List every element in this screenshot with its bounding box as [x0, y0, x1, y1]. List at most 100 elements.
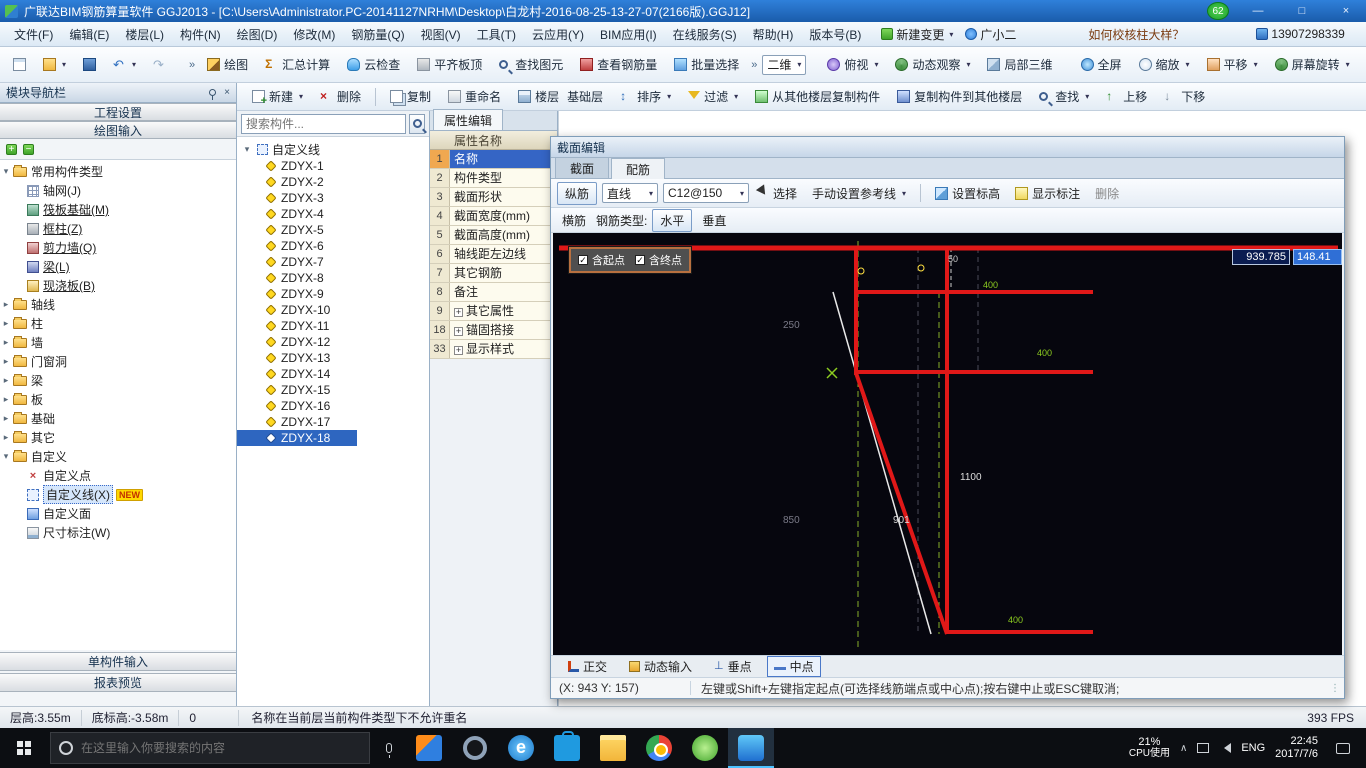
transverse-rebar-button[interactable]: 横筋 [557, 210, 591, 231]
tree-item-frame-column[interactable]: 框柱(Z) [0, 219, 236, 238]
tab-section[interactable]: 截面 [555, 157, 610, 178]
maximize-button[interactable]: □ [1287, 5, 1317, 17]
caret-collapsed-icon[interactable]: ▸ [0, 432, 12, 443]
floor-selector[interactable]: 楼层 基础层 [511, 84, 610, 109]
property-row[interactable]: 2 构件类型 [430, 169, 557, 188]
menu-edit[interactable]: 编辑(E) [61, 23, 117, 46]
draw-button[interactable]: 绘图 [200, 52, 255, 77]
tree-item-custom-face[interactable]: 自定义面 [0, 504, 236, 523]
align-slab-top-button[interactable]: 平齐板顶 [410, 52, 489, 77]
partial-3d-button[interactable]: 局部三维 [980, 52, 1059, 77]
new-component-button[interactable]: 新建 ▾ [245, 84, 310, 109]
component-item-selected[interactable]: ZDYX-18 [237, 430, 357, 446]
tree-item-raft-foundation[interactable]: 筏板基础(M) [0, 200, 236, 219]
caret-collapsed-icon[interactable]: ▸ [0, 299, 12, 310]
move-up-button[interactable]: ↑ 上移 [1099, 84, 1154, 109]
dynamic-input-toggle[interactable]: 动态输入 [622, 656, 699, 677]
menu-component[interactable]: 构件(N) [172, 23, 229, 46]
dynamic-input-x[interactable]: 939.785 [1232, 249, 1290, 265]
tab-rebar[interactable]: 配筋 [611, 158, 666, 179]
show-annotation-button[interactable]: 显示标注 [1010, 183, 1085, 204]
menu-online[interactable]: 在线服务(S) [665, 23, 745, 46]
view-rebar-button[interactable]: 查看钢筋量 [573, 52, 664, 77]
manual-reference-button[interactable]: 手动设置参考线 ▾ [807, 183, 911, 204]
tree-folder-foundation[interactable]: ▸ 基础 [0, 409, 236, 428]
top-view-button[interactable]: 俯视 ▾ [820, 52, 885, 77]
tray-expand-icon[interactable]: ∧ [1180, 743, 1187, 754]
component-item[interactable]: ZDYX-14 [237, 366, 429, 382]
longitudinal-rebar-toggle[interactable]: 纵筋 [557, 181, 598, 205]
expand-plus-icon[interactable]: + [454, 327, 463, 336]
tree-item-dimension[interactable]: 尺寸标注(W) [0, 523, 236, 542]
cpu-monitor-widget[interactable]: 21% CPU使用 [1129, 737, 1170, 760]
report-preview-button[interactable]: 报表预览 [0, 673, 236, 692]
component-item[interactable]: ZDYX-6 [237, 238, 429, 254]
tree-item-custom-line[interactable]: 自定义线(X) NEW [0, 485, 236, 504]
nav-close-icon[interactable]: × [224, 87, 230, 98]
new-file-button[interactable] [6, 54, 33, 75]
single-component-button[interactable]: 单构件输入 [0, 652, 236, 671]
tree-folder-column[interactable]: ▸ 柱 [0, 314, 236, 333]
component-item[interactable]: ZDYX-1 [237, 158, 429, 174]
tree-item-custom-point[interactable]: × 自定义点 [0, 466, 236, 485]
taskbar-app-chrome[interactable] [636, 728, 682, 768]
network-icon[interactable] [1197, 743, 1210, 753]
overflow-chevron-icon[interactable]: » [749, 59, 759, 71]
delete-rebar-button[interactable]: 删除 [1090, 183, 1124, 204]
caret-expanded-icon[interactable]: ▾ [0, 166, 12, 177]
property-group-row[interactable]: 9 + 其它属性 [430, 302, 557, 321]
taskbar-search[interactable] [50, 732, 370, 764]
set-elevation-button[interactable]: 设置标高 [930, 183, 1005, 204]
copy-from-other-floor-button[interactable]: 从其他楼层复制构件 [748, 84, 887, 109]
menu-bim[interactable]: BIM应用(I) [592, 23, 665, 46]
undo-button[interactable]: ↶ ▾ [106, 54, 143, 75]
tree-folder-custom[interactable]: ▾ 自定义 [0, 447, 236, 466]
taskbar-app-explorer[interactable] [590, 728, 636, 768]
tree-folder-slab[interactable]: ▸ 板 [0, 390, 236, 409]
caret-expanded-icon[interactable]: ▾ [241, 144, 253, 155]
menu-version[interactable]: 版本号(B) [801, 23, 869, 46]
property-row[interactable]: 8 备注 [430, 283, 557, 302]
pin-icon[interactable] [209, 89, 217, 100]
taskbar-app-store[interactable] [544, 728, 590, 768]
property-row[interactable]: 3 截面形状 [430, 188, 557, 207]
taskbar-app-edge[interactable]: e [498, 728, 544, 768]
component-item[interactable]: ZDYX-12 [237, 334, 429, 350]
component-item[interactable]: ZDYX-8 [237, 270, 429, 286]
section-editor-titlebar[interactable]: 截面编辑 [551, 137, 1344, 158]
include-end-checkbox[interactable]: ✓ 含终点 [635, 252, 682, 268]
caret-collapsed-icon[interactable]: ▸ [0, 356, 12, 367]
tree-item-axis-grid[interactable]: 轴网(J) [0, 181, 236, 200]
tree-folder-axis[interactable]: ▸ 轴线 [0, 295, 236, 314]
fullscreen-button[interactable]: 全屏 [1074, 52, 1129, 77]
start-button[interactable] [0, 728, 48, 768]
component-item[interactable]: ZDYX-10 [237, 302, 429, 318]
copy-component-button[interactable]: 复制 [383, 84, 438, 109]
taskbar-app-green-browser[interactable] [682, 728, 728, 768]
action-center-button[interactable] [1328, 742, 1358, 754]
component-item[interactable]: ZDYX-16 [237, 398, 429, 414]
menu-floor[interactable]: 楼层(L) [117, 23, 172, 46]
horizontal-toggle[interactable]: 水平 [652, 208, 693, 232]
menu-file[interactable]: 文件(F) [6, 23, 61, 46]
cloud-check-button[interactable]: 云检查 [340, 52, 407, 77]
save-button[interactable] [76, 54, 103, 75]
component-search-input[interactable] [241, 113, 406, 134]
mic-button[interactable] [372, 728, 406, 768]
dynamic-input-y[interactable]: 148.41 [1293, 249, 1342, 265]
redo-button[interactable]: ↷ [146, 54, 173, 75]
menu-view[interactable]: 视图(V) [413, 23, 469, 46]
property-row[interactable]: 6 轴线距左边线 [430, 245, 557, 264]
component-item[interactable]: ZDYX-15 [237, 382, 429, 398]
menu-cloud[interactable]: 云应用(Y) [524, 23, 592, 46]
component-item[interactable]: ZDYX-3 [237, 190, 429, 206]
new-change-menu[interactable]: 新建变更 ▾ [875, 24, 959, 45]
view-mode-combobox[interactable]: 二维 ▾ [762, 54, 807, 75]
summary-calc-button[interactable]: Σ 汇总计算 [258, 52, 337, 77]
tree-item-beam[interactable]: 梁(L) [0, 257, 236, 276]
expand-plus-icon[interactable]: + [454, 346, 463, 355]
pan-button[interactable]: 平移 ▾ [1200, 52, 1265, 77]
taskbar-app-sogou[interactable] [406, 728, 452, 768]
menu-tools[interactable]: 工具(T) [469, 23, 524, 46]
menu-draw[interactable]: 绘图(D) [229, 23, 286, 46]
